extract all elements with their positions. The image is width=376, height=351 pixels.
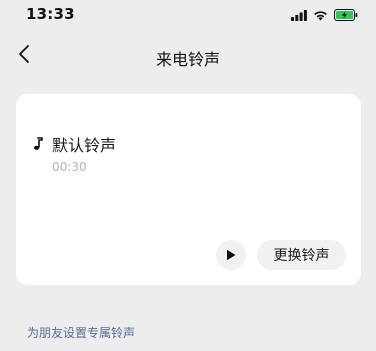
wifi-icon	[313, 6, 328, 25]
status-bar: 13:33	[0, 0, 376, 30]
ringtone-name: 默认铃声	[52, 136, 117, 155]
nav-bar: 来电铃声	[0, 34, 376, 78]
page-title: 来电铃声	[155, 50, 220, 69]
signal-icon	[291, 6, 307, 25]
friend-ringtone-link[interactable]: 为朋友设置专属铃声	[27, 324, 135, 341]
battery-charging-icon	[334, 6, 358, 25]
change-ringtone-button[interactable]: 更换铃声	[257, 240, 346, 270]
music-note-icon	[33, 136, 43, 150]
play-icon	[226, 246, 236, 265]
play-button[interactable]	[216, 240, 246, 270]
status-time: 13:33	[26, 5, 75, 23]
status-icons	[291, 6, 358, 25]
ringtone-card: 默认铃声 00:30 更换铃声	[16, 94, 361, 285]
ringtone-duration: 00:30	[52, 160, 87, 174]
